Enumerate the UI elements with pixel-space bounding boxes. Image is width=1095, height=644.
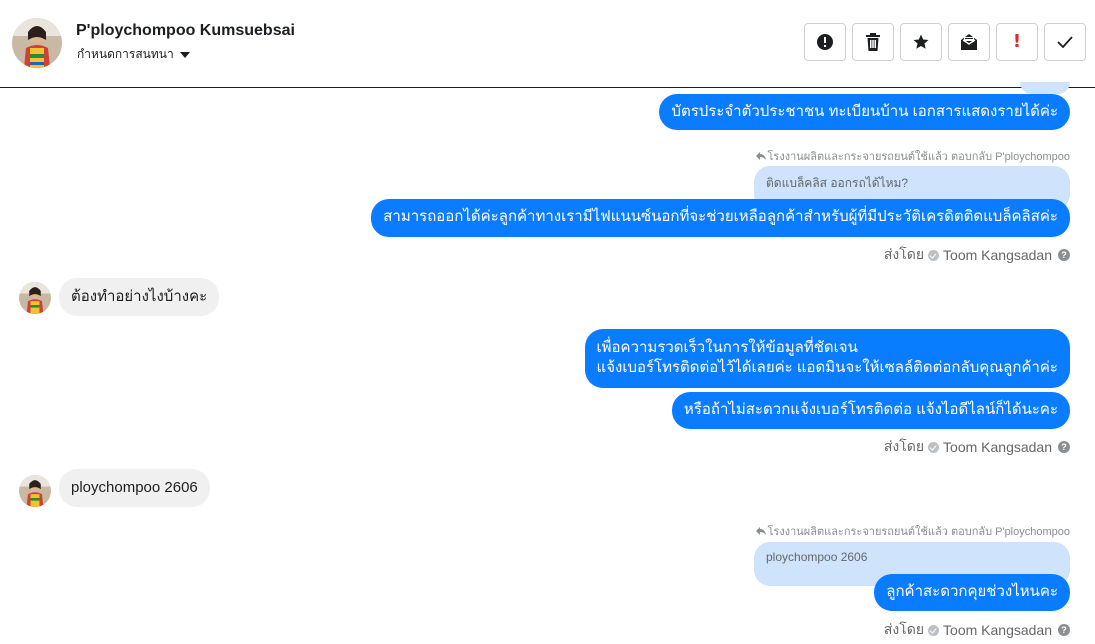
reply-icon: [755, 527, 766, 535]
checkmark-icon: [1057, 36, 1073, 48]
message-bubble-incoming[interactable]: ต้องทำอย่างไงบ้างคะ: [59, 278, 220, 316]
delete-button[interactable]: [852, 23, 894, 61]
message-bubble-outgoing[interactable]: บัตรประจำตัวประชาชน ทะเบียนบ้าน เอกสารแส…: [659, 94, 1070, 130]
contact-avatar[interactable]: [12, 18, 62, 68]
reply-indicator: โรงงานผลิตและกระจายรถยนต์ใช้แล้ว ตอบกลับ…: [755, 147, 1070, 165]
trash-icon: [866, 33, 880, 51]
verified-icon: [928, 441, 940, 453]
sent-by-label: ส่งโดย Toom Kangsadan ?: [884, 436, 1070, 458]
reply-indicator-text: โรงงานผลิตและกระจายรถยนต์ใช้แล้ว ตอบกลับ…: [767, 526, 1070, 538]
sent-by-prefix: ส่งโดย: [883, 246, 925, 262]
caret-down-icon: [179, 52, 190, 58]
sent-by-agent: Toom Kangsadan: [943, 247, 1052, 263]
message-line: แจ้งเบอร์โทรติดต่อไว้ได้เลยค่ะ แอดมินจะใ…: [596, 359, 1058, 376]
message-bubble-incoming[interactable]: ploychompoo 2606: [59, 469, 210, 507]
star-icon: [913, 34, 929, 49]
mark-unread-icon: [961, 34, 977, 50]
message-bubble-outgoing[interactable]: สามารถออกได้ค่ะลูกค้าทางเรามีไฟแนนซ์นอกท…: [371, 199, 1070, 237]
report-button[interactable]: [804, 23, 846, 61]
reply-indicator-text: โรงงานผลิตและกระจายรถยนต์ใช้แล้ว ตอบกลับ…: [767, 151, 1070, 163]
reply-indicator: โรงงานผลิตและกระจายรถยนต์ใช้แล้ว ตอบกลับ…: [755, 522, 1070, 540]
help-icon[interactable]: ?: [1058, 624, 1070, 636]
conversation-status-dropdown[interactable]: กำหนดการสนทนา: [77, 45, 190, 64]
help-icon[interactable]: ?: [1058, 249, 1070, 261]
alert-icon: [817, 34, 833, 50]
reply-icon: [755, 152, 766, 160]
help-icon[interactable]: ?: [1058, 441, 1070, 453]
sent-by-prefix: ส่งโดย: [883, 621, 925, 637]
message-bubble-outgoing[interactable]: หรือถ้าไม่สะดวกแจ้งเบอร์โทรติดต่อ แจ้งไอ…: [671, 392, 1070, 429]
important-icon: !: [1012, 31, 1022, 52]
sent-by-prefix: ส่งโดย: [883, 438, 925, 454]
contact-avatar-small: [19, 475, 51, 507]
sent-by-label: ส่งโดย Toom Kangsadan ?: [884, 619, 1070, 641]
message-bubble-outgoing[interactable]: ลูกค้าสะดวกคุยช่วงไหนคะ: [874, 574, 1070, 611]
message-bubble-outgoing[interactable]: [1020, 82, 1070, 94]
contact-name: P'ploychompoo Kumsuebsai: [76, 22, 295, 39]
contact-avatar-small: [19, 282, 51, 314]
sent-by-agent: Toom Kangsadan: [943, 439, 1052, 455]
conversation-toolbar: !: [804, 23, 1086, 61]
mark-unread-button[interactable]: [948, 23, 990, 61]
verified-icon: [928, 249, 940, 261]
message-bubble-outgoing[interactable]: เพื่อความรวดเร็วในการให้ข้อมูลที่ชัดเจน …: [584, 329, 1070, 388]
verified-icon: [928, 624, 940, 636]
mark-done-button[interactable]: [1044, 23, 1086, 61]
mark-important-button[interactable]: !: [996, 23, 1038, 61]
conversation-status-label: กำหนดการสนทนา: [77, 47, 174, 61]
star-button[interactable]: [900, 23, 942, 61]
sent-by-agent: Toom Kangsadan: [943, 622, 1052, 638]
sent-by-label: ส่งโดย Toom Kangsadan ?: [884, 244, 1070, 266]
message-line: เพื่อความรวดเร็วในการให้ข้อมูลที่ชัดเจน: [596, 339, 858, 356]
conversation-header: P'ploychompoo Kumsuebsai กำหนดการสนทนา !: [0, 0, 1095, 88]
